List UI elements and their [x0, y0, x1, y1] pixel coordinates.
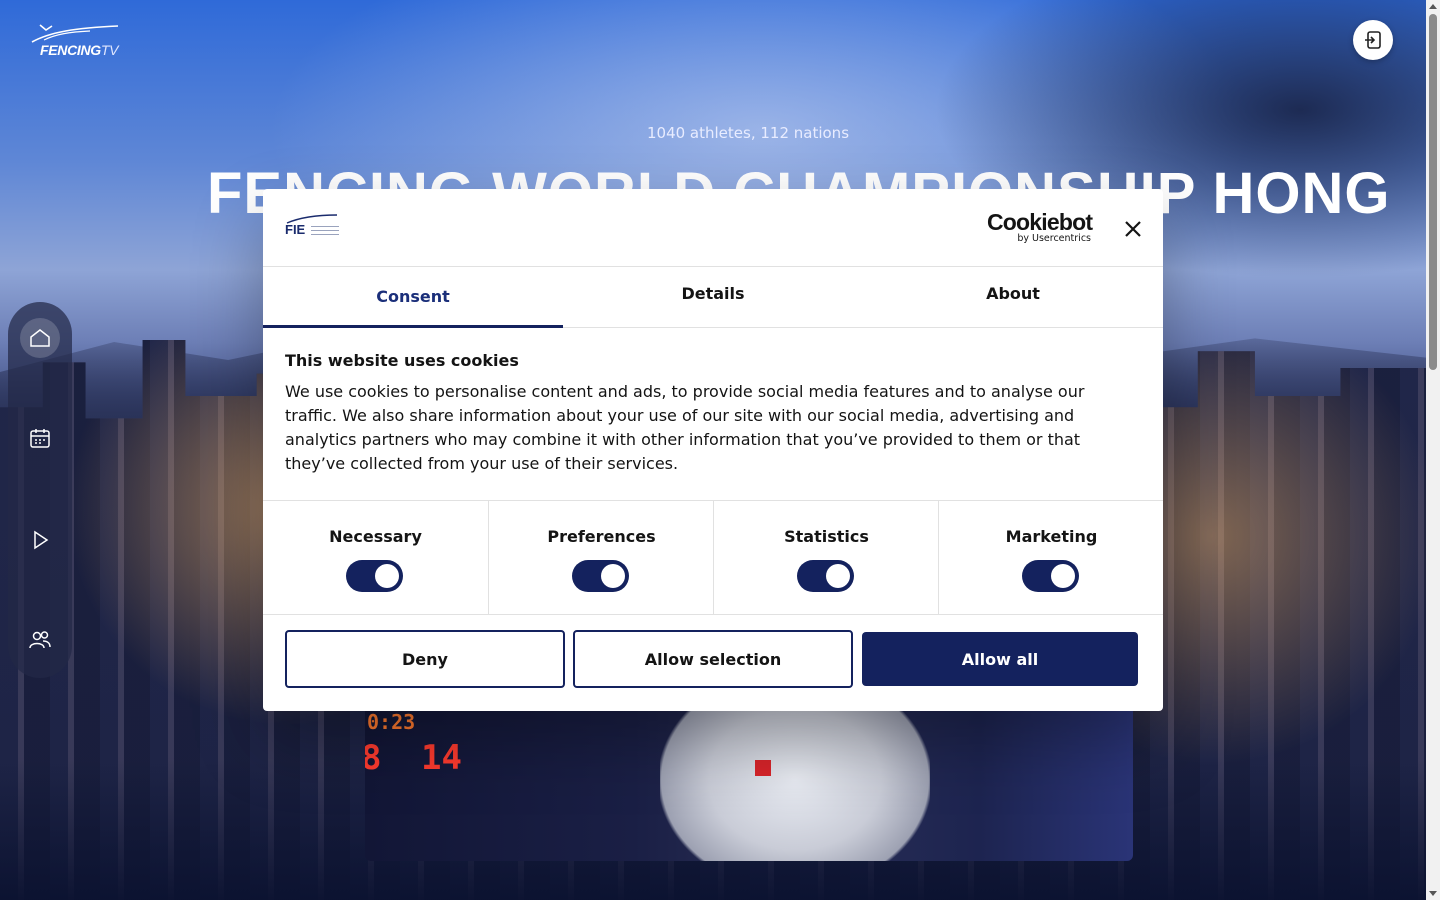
close-icon: [1125, 221, 1141, 237]
cookie-consent-dialog: FIE Cookiebot by Usercentrics Consent De…: [263, 189, 1163, 711]
tab-consent[interactable]: Consent: [263, 267, 563, 328]
close-dialog-button[interactable]: [1121, 217, 1145, 241]
scoreboard-clock: 0:23: [367, 710, 416, 734]
deny-button[interactable]: Deny: [285, 630, 565, 688]
calendar-icon: [30, 429, 50, 448]
category-marketing: Marketing: [938, 501, 1164, 614]
sign-in-icon: [1365, 31, 1381, 49]
necessary-toggle[interactable]: [346, 560, 403, 592]
dialog-tabs: Consent Details About: [263, 267, 1163, 328]
scroll-up-arrow-icon[interactable]: [1429, 4, 1437, 9]
play-icon: [34, 530, 49, 550]
fencer-image: [660, 690, 930, 861]
nav-athletes[interactable]: [20, 620, 60, 660]
login-button[interactable]: [1353, 20, 1393, 60]
fie-logo: FIE: [285, 213, 339, 239]
category-necessary: Necessary: [263, 501, 488, 614]
nav-home[interactable]: [20, 318, 60, 358]
hong-kong-flag-patch: [755, 760, 771, 776]
cookie-category-toggles: Necessary Preferences Statistics Marketi…: [263, 500, 1163, 615]
dialog-header: FIE Cookiebot by Usercentrics: [263, 189, 1163, 267]
score-right: 14: [421, 738, 462, 778]
preferences-toggle[interactable]: [572, 560, 629, 592]
nav-videos[interactable]: [20, 520, 60, 560]
featured-video-thumbnail[interactable]: 0:23 8 14: [365, 690, 1133, 861]
users-icon: [29, 631, 51, 649]
consent-description: We use cookies to personalise content an…: [285, 382, 1085, 473]
category-statistics: Statistics: [713, 501, 939, 614]
consent-actions: Deny Allow selection Allow all: [285, 630, 1141, 688]
nav-schedule[interactable]: [20, 418, 60, 458]
score-left: 8: [365, 738, 382, 778]
scrollbar-thumb[interactable]: [1429, 14, 1437, 370]
allow-selection-button[interactable]: Allow selection: [573, 630, 853, 688]
category-preferences: Preferences: [488, 501, 714, 614]
tab-details[interactable]: Details: [563, 267, 863, 327]
fencingtv-logo[interactable]: FENCINGTV: [30, 22, 140, 62]
active-tab-indicator: [263, 325, 563, 328]
event-stats: 1040 athletes, 112 nations: [646, 124, 850, 142]
allow-all-button[interactable]: Allow all: [862, 632, 1138, 686]
marketing-toggle[interactable]: [1022, 560, 1079, 592]
consent-heading: This website uses cookies: [285, 351, 519, 370]
logo-wordmark: FENCINGTV: [40, 42, 119, 58]
statistics-toggle[interactable]: [797, 560, 854, 592]
tab-about[interactable]: About: [863, 267, 1163, 327]
home-icon: [30, 329, 50, 347]
scroll-down-arrow-icon[interactable]: [1429, 891, 1437, 896]
cookiebot-logo[interactable]: Cookiebot by Usercentrics: [987, 211, 1093, 245]
page-scrollbar[interactable]: [1426, 0, 1440, 900]
side-navigation: [8, 302, 72, 678]
consent-text: This website uses cookies We use cookies…: [285, 351, 1125, 476]
